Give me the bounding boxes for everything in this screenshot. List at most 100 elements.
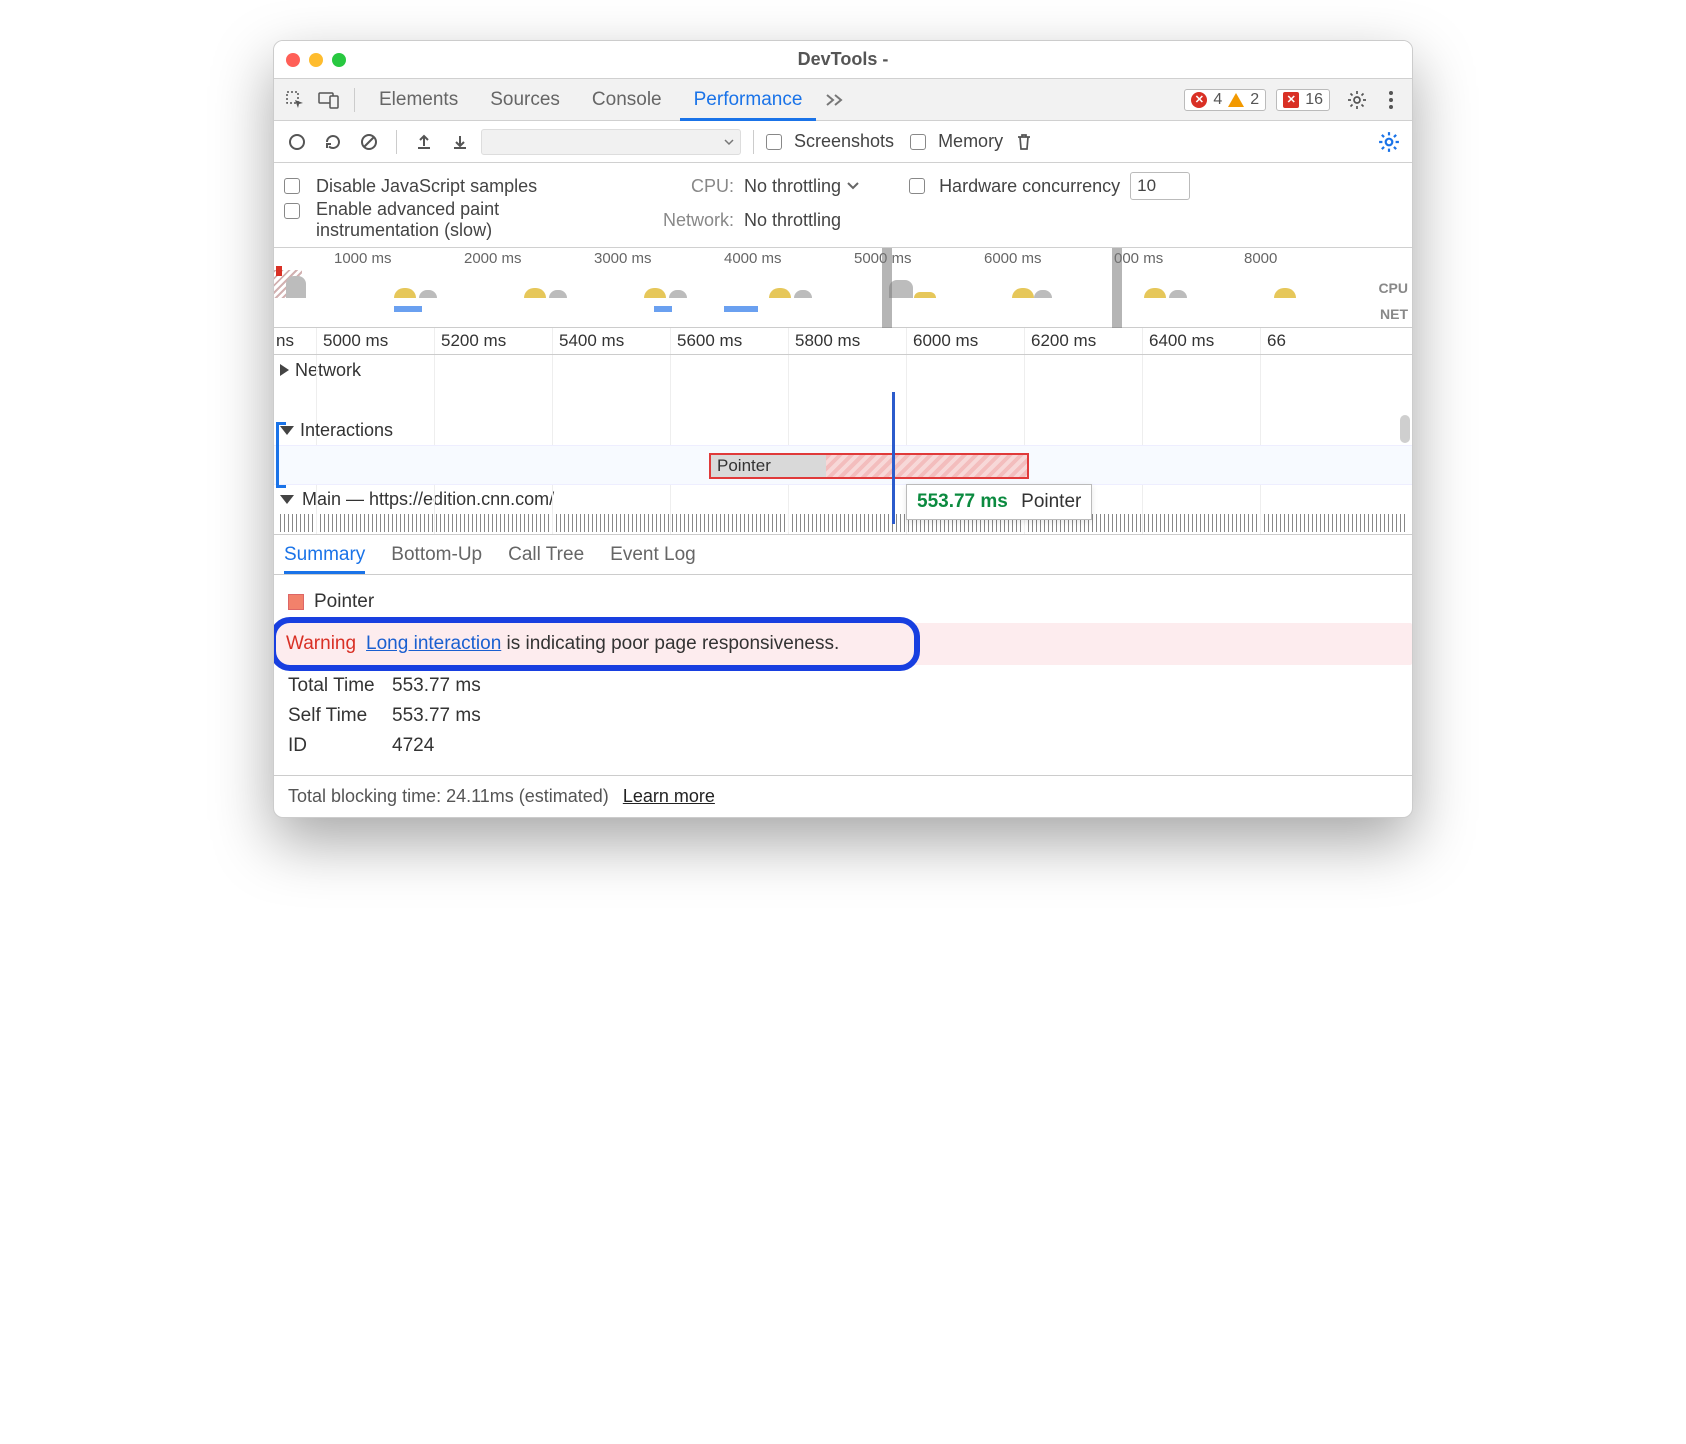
minimize-window-icon[interactable] <box>309 53 323 67</box>
traffic-lights <box>286 53 346 67</box>
gear-icon[interactable] <box>1342 85 1372 115</box>
cpu-overview <box>274 270 1372 298</box>
warning-icon <box>1228 93 1244 107</box>
checkbox-icon <box>284 203 300 219</box>
reload-record-icon[interactable] <box>318 127 348 157</box>
event-color-swatch <box>288 594 304 610</box>
issues-badge[interactable]: ✕ 16 <box>1276 89 1330 111</box>
trash-icon[interactable] <box>1009 127 1039 157</box>
kebab-icon[interactable] <box>1376 85 1406 115</box>
total-time-row: Total Time 553.77 ms <box>288 675 1398 697</box>
more-tabs-icon[interactable] <box>820 85 850 115</box>
error-icon: ✕ <box>1191 92 1207 108</box>
checkbox-icon <box>766 134 782 150</box>
close-window-icon[interactable] <box>286 53 300 67</box>
overview-window-left[interactable] <box>882 248 892 328</box>
net-lane-label: NET <box>1380 306 1408 322</box>
flame-ruler[interactable]: ns5000 ms 5200 ms5400 ms 5600 ms5800 ms … <box>274 328 1412 355</box>
checkbox-icon <box>909 178 925 194</box>
summary-panel: Pointer Warning Long interaction is indi… <box>274 575 1412 775</box>
capture-settings-gear-icon[interactable] <box>1374 127 1404 157</box>
issues-icon: ✕ <box>1283 92 1299 108</box>
hw-label: Hardware concurrency <box>939 176 1120 197</box>
expand-icon <box>280 364 289 376</box>
collapse-icon <box>280 495 294 504</box>
tbt-text: Total blocking time: 24.11ms (estimated) <box>288 786 609 807</box>
cpu-label: CPU: <box>634 176 734 197</box>
main-flame-preview[interactable] <box>280 514 1406 532</box>
hw-concurrency-input[interactable]: 10 <box>1130 172 1190 200</box>
memory-checkbox[interactable]: Memory <box>910 131 1003 152</box>
tab-event-log[interactable]: Event Log <box>610 544 696 574</box>
tab-bottom-up[interactable]: Bottom-Up <box>391 544 482 574</box>
cpu-value: No throttling <box>744 176 841 197</box>
issues-count: 16 <box>1305 91 1323 109</box>
error-count: 4 <box>1213 91 1222 109</box>
event-name: Pointer <box>314 591 374 613</box>
main-track-header[interactable]: Main — https://edition.cnn.com/ <box>274 485 1412 514</box>
warning-count: 2 <box>1250 91 1259 109</box>
warning-rest: is indicating poor page responsiveness. <box>501 633 839 654</box>
total-time-value: 553.77 ms <box>392 675 481 697</box>
learn-more-link[interactable]: Learn more <box>623 786 715 807</box>
interaction-pointer-event[interactable]: Pointer <box>709 453 1029 479</box>
network-value: No throttling <box>744 210 841 231</box>
tab-summary[interactable]: Summary <box>284 544 365 574</box>
network-throttling-select[interactable]: No throttling <box>744 210 841 231</box>
titlebar: DevTools - <box>274 41 1412 79</box>
total-time-key: Total Time <box>288 675 378 697</box>
cpu-throttling-select[interactable]: No throttling <box>744 176 859 197</box>
checkbox-icon <box>910 134 926 150</box>
tab-elements[interactable]: Elements <box>365 79 472 121</box>
interactions-lane[interactable]: Pointer 553.77 ms Pointer <box>274 445 1412 485</box>
network-track-header[interactable]: Network <box>274 355 1412 385</box>
tooltip-time: 553.77 ms <box>917 491 1008 512</box>
divider <box>753 130 754 154</box>
interactions-track-header[interactable]: Interactions <box>274 415 1412 445</box>
tooltip-label: Pointer <box>1021 491 1081 512</box>
tab-console[interactable]: Console <box>578 79 676 121</box>
interactions-label: Interactions <box>300 420 393 441</box>
collapse-icon <box>280 426 294 435</box>
self-time-row: Self Time 553.77 ms <box>288 705 1398 727</box>
advanced-paint-checkbox[interactable]: Enable advanced paint instrumentation (s… <box>284 199 624 241</box>
warning-text: Long interaction is indicating poor page… <box>366 633 839 655</box>
long-interaction-link[interactable]: Long interaction <box>366 633 501 654</box>
record-icon[interactable] <box>282 127 312 157</box>
main-label: Main — https://edition.cnn.com/ <box>302 489 554 510</box>
devtools-window: DevTools - Elements Sources Console Perf… <box>273 40 1413 818</box>
capture-settings: Disable JavaScript samples CPU: No throt… <box>274 163 1412 248</box>
console-counts[interactable]: ✕ 4 2 <box>1184 89 1266 111</box>
screenshots-checkbox[interactable]: Screenshots <box>766 131 894 152</box>
window-title: DevTools - <box>346 49 1340 70</box>
device-toolbar-icon[interactable] <box>314 85 344 115</box>
devtools-tabbar: Elements Sources Console Performance ✕ 4… <box>274 79 1412 121</box>
timeline-overview[interactable]: 1000 ms2000 ms 3000 ms4000 ms 5000 ms600… <box>274 248 1412 328</box>
footer: Total blocking time: 24.11ms (estimated)… <box>274 775 1412 817</box>
upload-icon[interactable] <box>409 127 439 157</box>
recording-select[interactable] <box>481 129 741 155</box>
network-label: Network: <box>634 210 734 231</box>
tab-performance[interactable]: Performance <box>680 79 817 121</box>
clear-icon[interactable] <box>354 127 384 157</box>
time-cursor[interactable] <box>892 392 895 524</box>
memory-label: Memory <box>938 131 1003 152</box>
screenshots-label: Screenshots <box>794 131 894 152</box>
hover-tooltip: 553.77 ms Pointer <box>906 484 1092 520</box>
network-label: Network <box>295 360 361 381</box>
tab-call-tree[interactable]: Call Tree <box>508 544 584 574</box>
disable-js-checkbox[interactable]: Disable JavaScript samples <box>284 176 624 197</box>
inspect-icon[interactable] <box>280 85 310 115</box>
download-icon[interactable] <box>445 127 475 157</box>
event-name-row: Pointer <box>288 591 1398 613</box>
tab-sources[interactable]: Sources <box>476 79 574 121</box>
id-row: ID 4724 <box>288 735 1398 757</box>
disable-js-label: Disable JavaScript samples <box>316 176 537 197</box>
net-overview <box>274 306 1372 316</box>
tracks-area: Network Interactions Pointer 553.77 ms P… <box>274 355 1412 535</box>
overview-window-right[interactable] <box>1112 248 1122 328</box>
self-time-key: Self Time <box>288 705 378 727</box>
self-time-value: 553.77 ms <box>392 705 481 727</box>
maximize-window-icon[interactable] <box>332 53 346 67</box>
hw-concurrency-checkbox[interactable]: Hardware concurrency <box>909 176 1120 197</box>
